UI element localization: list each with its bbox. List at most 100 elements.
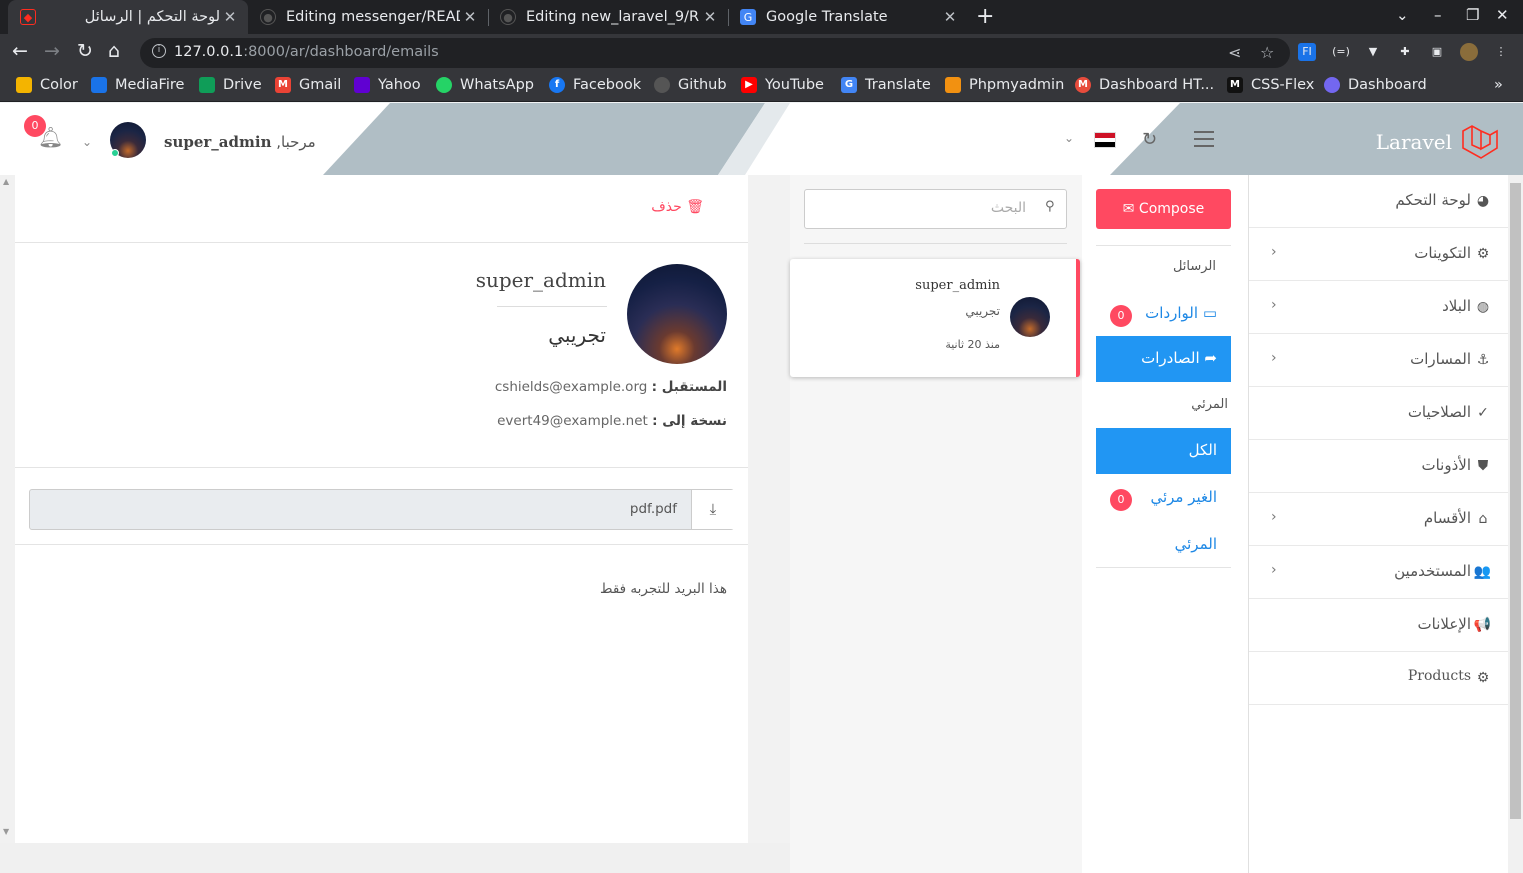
chevron-left-icon[interactable]: ‹ (1271, 244, 1277, 260)
bookmark-dashboard-ht[interactable]: M Dashboard HT... (1075, 77, 1214, 93)
sidebar-item[interactable]: ⚓ المسارات ‹ (1249, 334, 1509, 387)
brand-name: Laravel (1375, 130, 1452, 154)
sidebar-item[interactable]: ◍ البلاد ‹ (1249, 281, 1509, 334)
divider (15, 467, 748, 468)
sidebar-item[interactable]: ✓ الصلاحيات (1249, 387, 1509, 440)
extensions-puzzle-icon[interactable]: ✚ (1396, 43, 1414, 61)
url-text[interactable]: 127.0.0.1:8000/ar/dashboard/emails (174, 44, 439, 60)
tab-github-laravel[interactable]: ● Editing new_laravel_9/RE ✕ (488, 0, 728, 34)
side-panel-icon[interactable]: ▣ (1428, 43, 1446, 61)
tab-github-messenger[interactable]: ● Editing messenger/READ ✕ (248, 0, 488, 34)
search-input[interactable] (826, 200, 1026, 216)
bookmark-css-flex[interactable]: M CSS-Flex (1227, 77, 1314, 93)
search-icon[interactable]: ⚲ (1045, 199, 1055, 214)
sender-avatar-large (627, 264, 727, 364)
bookmark-github[interactable]: Github (654, 77, 727, 93)
delete-button[interactable]: 🗑︎ حذف (651, 199, 704, 215)
inbox-label: الواردات (1145, 304, 1199, 322)
bookmark-phpmyadmin[interactable]: Phpmyadmin (945, 77, 1064, 93)
minimize-icon[interactable]: – (1434, 6, 1442, 24)
close-tab-icon[interactable]: ✕ (460, 8, 480, 26)
address-bar[interactable]: i 127.0.0.1:8000/ar/dashboard/emails ⋖ ☆ (140, 38, 1290, 68)
unseen-count-badge: 0 (1110, 489, 1132, 511)
bookmark-youtube[interactable]: ▶ YouTube (741, 77, 824, 93)
detail-scrollbar[interactable]: ▲ ▼ (0, 175, 15, 843)
youtube-bookmark-icon: ▶ (741, 77, 757, 93)
sidebar-item[interactable]: ⚙ Products (1249, 652, 1509, 705)
scroll-down-icon[interactable]: ▼ (3, 827, 9, 836)
bookmark-star-icon[interactable]: ☆ (1260, 43, 1274, 62)
bookmark-translate[interactable]: G Translate (841, 77, 931, 93)
close-tab-icon[interactable]: ✕ (220, 8, 240, 26)
chevron-left-icon[interactable]: ‹ (1271, 562, 1277, 578)
sidebar-item-label: المستخدمين (1394, 562, 1471, 580)
menu-toggle-icon[interactable] (1194, 131, 1214, 152)
extension-vue-icon[interactable]: ▼ (1364, 43, 1382, 61)
bookmark-label: Drive (223, 77, 262, 93)
tab-search-chevron-icon[interactable]: ⌄ (1396, 6, 1409, 24)
download-icon[interactable]: ⤓ (691, 490, 734, 529)
bookmark-dashboard[interactable]: Dashboard (1324, 77, 1427, 93)
egypt-flag-icon[interactable] (1094, 132, 1116, 148)
divider (804, 243, 1067, 244)
browser-menu-icon[interactable]: ⋮ (1492, 43, 1510, 61)
refresh-icon[interactable]: ↻ (1142, 129, 1157, 150)
extension-fi-icon[interactable]: FI (1298, 43, 1316, 61)
scroll-up-icon[interactable]: ▲ (3, 177, 9, 186)
bookmark-yahoo[interactable]: Yahoo (354, 77, 421, 93)
close-window-icon[interactable]: ✕ (1496, 6, 1509, 24)
sidebar-item[interactable]: ⛊ الأذونات (1249, 440, 1509, 493)
chevron-left-icon[interactable]: ‹ (1271, 350, 1277, 366)
inbox-link[interactable]: ▭ الواردات 0 (1096, 291, 1231, 337)
seen-filter-label: المرئي (1174, 535, 1217, 553)
tab-title: Editing messenger/READ (286, 9, 460, 25)
brand-logo[interactable]: Laravel (1376, 123, 1498, 161)
bookmark-label: Dashboard HT... (1099, 77, 1215, 93)
sidebar-item[interactable]: ⚙ التكوينات ‹ (1249, 228, 1509, 281)
close-tab-icon[interactable]: ✕ (700, 8, 720, 26)
all-filter-link[interactable]: الكل (1096, 428, 1231, 474)
attachment[interactable]: pdf.pdf ⤓ (29, 489, 734, 530)
bookmark-gmail[interactable]: M Gmail (275, 77, 341, 93)
compose-button[interactable]: ✉ Compose (1096, 189, 1231, 229)
bookmark-facebook[interactable]: f Facebook (549, 77, 641, 93)
bookmark-drive[interactable]: Drive (199, 77, 262, 93)
new-tab-icon[interactable]: + (976, 4, 994, 29)
home-icon[interactable]: ⌂ (108, 40, 120, 62)
sidebar-item[interactable]: 📢 الإعلانات (1249, 599, 1509, 652)
user-menu-chevron-icon[interactable]: ⌄ (82, 135, 92, 149)
page-scrollbar[interactable] (1508, 175, 1523, 873)
unseen-filter-link[interactable]: الغير مرئي 0 (1096, 475, 1231, 521)
sidebar-item-label: Products (1407, 668, 1471, 684)
scrollbar-thumb[interactable] (1510, 183, 1521, 819)
forward-icon[interactable]: → (44, 40, 60, 62)
more-bookmarks-icon[interactable]: » (1494, 77, 1503, 93)
bookmark-whatsapp[interactable]: WhatsApp (436, 77, 534, 93)
reload-icon[interactable]: ↻ (77, 40, 93, 62)
seen-filter-link[interactable]: المرئي (1096, 522, 1231, 568)
sent-link[interactable]: ➦ الصادرات (1096, 336, 1231, 382)
site-info-icon[interactable]: i (152, 44, 166, 58)
close-tab-icon[interactable]: ✕ (940, 8, 960, 26)
maximize-icon[interactable]: ❐ (1466, 6, 1479, 24)
anchor-icon: ⚓ (1476, 352, 1490, 368)
share-icon[interactable]: ⋖ (1228, 43, 1241, 62)
email-search-box[interactable]: ⚲ (804, 189, 1067, 229)
sidebar-item[interactable]: ◕ لوحة التحكم (1249, 175, 1509, 228)
chevron-left-icon[interactable]: ‹ (1271, 297, 1277, 313)
back-icon[interactable]: ← (12, 40, 28, 62)
chevron-left-icon[interactable]: ‹ (1271, 509, 1277, 525)
profile-avatar-icon[interactable] (1460, 43, 1478, 61)
detail-sender: super_admin (475, 268, 606, 292)
bookmark-color[interactable]: Color (16, 77, 78, 93)
tab-dashboard-messages[interactable]: ◆ لوحة التحكم | الرسائل ✕ (8, 0, 248, 34)
tab-google-translate[interactable]: G Google Translate ✕ (728, 0, 968, 34)
sidebar-item[interactable]: 👥 المستخدمين ‹ (1249, 546, 1509, 599)
email-list-item[interactable]: super_admin تجريبي منذ 20 ثانية (790, 259, 1080, 377)
sidebar-item[interactable]: ⌂ الأقسام ‹ (1249, 493, 1509, 546)
bookmark-mediafire[interactable]: MediaFire (91, 77, 184, 93)
extension-code-icon[interactable]: (=) (1332, 43, 1350, 61)
browser-toolbar: ← → ↻ ⌂ i 127.0.0.1:8000/ar/dashboard/em… (0, 34, 1523, 72)
language-dropdown-chevron-icon[interactable]: ⌄ (1064, 131, 1074, 145)
bookmark-label: WhatsApp (460, 77, 534, 93)
